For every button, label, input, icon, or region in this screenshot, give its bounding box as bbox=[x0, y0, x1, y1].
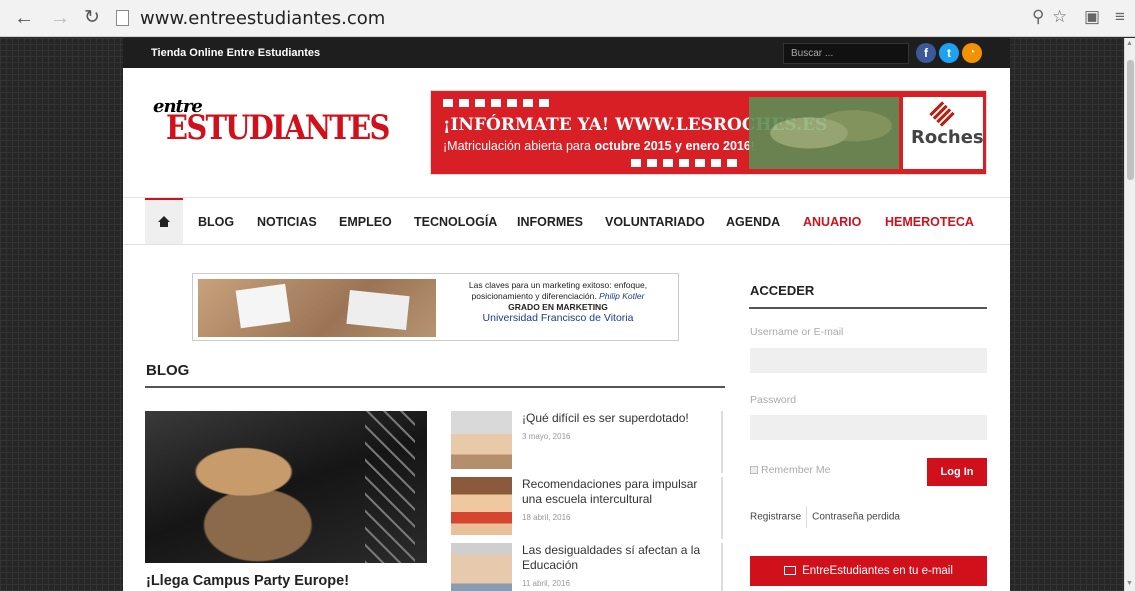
scroll-up-icon[interactable]: ▲ bbox=[1126, 40, 1133, 47]
page-icon bbox=[116, 10, 129, 26]
address-bar[interactable]: www.entreestudiantes.com bbox=[140, 8, 385, 29]
scrollbar[interactable]: ▲ ▼ bbox=[1124, 38, 1135, 591]
ad-line1: Las claves para un marketing exitoso: en… bbox=[468, 280, 648, 290]
lost-password-link[interactable]: Contraseña perdida bbox=[812, 512, 900, 523]
top-bar: Tienda Online Entre Estudiantes Buscar .… bbox=[123, 38, 1010, 68]
nav-item-informes[interactable]: INFORMES bbox=[517, 215, 583, 229]
email-subscribe-label: EntreEstudiantes en tu e-mail bbox=[802, 565, 953, 577]
post-thumbnail bbox=[451, 411, 512, 469]
feature-title[interactable]: ¡Llega Campus Party Europe! bbox=[146, 573, 349, 589]
world-map-image bbox=[749, 97, 899, 169]
search-input[interactable]: Buscar ... bbox=[783, 43, 909, 64]
ad-desk-image bbox=[198, 279, 436, 337]
rss-icon[interactable]: ◔ bbox=[962, 43, 982, 63]
les-roches-banner[interactable]: ¡INFÓRMATE YA! WWW.LESROCHES.ES ¡Matricu… bbox=[430, 90, 987, 175]
nav-item-agenda[interactable]: AGENDA bbox=[726, 215, 780, 229]
ad-university: Universidad Francisco de Vitoria bbox=[482, 312, 634, 324]
register-link[interactable]: Registrarse bbox=[750, 512, 801, 523]
nav-item-blog[interactable]: BLOG bbox=[198, 215, 234, 229]
list-item[interactable]: Recomendaciones para impulsar una escuel… bbox=[451, 477, 723, 539]
banner-stripes bbox=[443, 99, 553, 107]
post-date: 11 abril, 2016 bbox=[522, 579, 570, 588]
marketing-ad[interactable]: Las claves para un marketing exitoso: en… bbox=[192, 273, 679, 341]
list-item[interactable]: Las desigualdades sí afectan a la Educac… bbox=[451, 543, 723, 591]
logo-big-text: ESTUDIANTES bbox=[166, 108, 390, 148]
login-title: ACCEDER bbox=[750, 283, 815, 298]
remember-me[interactable]: Remember Me bbox=[750, 464, 830, 476]
password-label: Password bbox=[750, 394, 797, 406]
roches-brand: Roches bbox=[911, 127, 984, 148]
scroll-down-icon[interactable]: ▼ bbox=[1126, 580, 1133, 587]
post-title[interactable]: ¡Qué difícil es ser superdotado! bbox=[522, 411, 712, 426]
remember-label: Remember Me bbox=[761, 464, 831, 476]
facebook-icon[interactable]: f bbox=[916, 43, 936, 63]
banner-stripes-bottom bbox=[631, 159, 741, 167]
scroll-thumb[interactable] bbox=[1127, 60, 1134, 180]
post-thumbnail bbox=[451, 477, 512, 535]
ad-line2: posicionamiento y diferenciación. bbox=[471, 291, 597, 301]
reload-icon[interactable]: ↻ bbox=[84, 6, 100, 30]
login-divider bbox=[749, 307, 987, 309]
shop-link[interactable]: Tienda Online Entre Estudiantes bbox=[151, 47, 320, 59]
ad-author: Philip Kotler bbox=[599, 291, 645, 301]
twitter-icon[interactable]: t bbox=[939, 43, 959, 63]
blog-divider bbox=[145, 386, 725, 388]
password-field[interactable] bbox=[750, 415, 987, 440]
username-field[interactable] bbox=[750, 348, 987, 373]
post-date: 3 mayo, 2016 bbox=[522, 432, 571, 441]
ad-text: Las claves para un marketing exitoso: en… bbox=[443, 280, 673, 324]
banner-sub-bold: octubre 2015 y enero 2016 bbox=[594, 139, 751, 153]
nav-home[interactable] bbox=[145, 198, 183, 244]
roches-diamond-icon bbox=[929, 101, 955, 127]
email-subscribe-button[interactable]: EntreEstudiantes en tu e-mail bbox=[750, 556, 987, 586]
main-nav: BLOG NOTICIAS EMPLEO TECNOLOGÍA INFORMES… bbox=[123, 197, 1010, 245]
banner-sub-pre: ¡Matriculación abierta para bbox=[443, 139, 595, 153]
zoom-icon[interactable]: ⚲ bbox=[1032, 7, 1044, 27]
extension-icon[interactable]: ▣ bbox=[1084, 7, 1100, 27]
forward-arrow-icon[interactable]: → bbox=[50, 6, 70, 30]
nav-item-tecnologia[interactable]: TECNOLOGÍA bbox=[414, 215, 497, 229]
bookmark-star-icon[interactable]: ☆ bbox=[1052, 7, 1067, 27]
post-title[interactable]: Recomendaciones para impulsar una escuel… bbox=[522, 477, 712, 507]
remember-checkbox[interactable] bbox=[750, 466, 758, 475]
banner-subline: ¡Matriculación abierta para octubre 2015… bbox=[443, 139, 754, 153]
feature-image[interactable] bbox=[145, 411, 427, 563]
nav-item-noticias[interactable]: NOTICIAS bbox=[257, 215, 317, 229]
page-content: entre ESTUDIANTES ¡INFÓRMATE YA! WWW.LES… bbox=[123, 68, 1010, 591]
back-arrow-icon[interactable]: ← bbox=[14, 6, 34, 30]
nav-item-hemeroteca[interactable]: HEMEROTECA bbox=[885, 215, 974, 229]
post-title[interactable]: Las desigualdades sí afectan a la Educac… bbox=[522, 543, 712, 573]
nav-item-anuario[interactable]: ANUARIO bbox=[803, 215, 861, 229]
menu-icon[interactable]: ≡ bbox=[1115, 7, 1125, 27]
username-label: Username or E-mail bbox=[750, 326, 844, 338]
post-thumbnail bbox=[451, 543, 512, 591]
account-links: Registrarse Contraseña perdida bbox=[750, 506, 900, 528]
home-icon bbox=[157, 216, 171, 228]
post-date: 18 abril, 2016 bbox=[522, 513, 571, 522]
envelope-icon bbox=[784, 566, 797, 575]
blog-section-title: BLOG bbox=[146, 362, 190, 379]
browser-toolbar: ← → ↻ www.entreestudiantes.com ⚲ ☆ ▣ ≡ bbox=[0, 0, 1135, 37]
login-button[interactable]: Log In bbox=[927, 458, 987, 486]
list-item[interactable]: ¡Qué difícil es ser superdotado! 3 mayo,… bbox=[451, 411, 723, 473]
nav-item-voluntariado[interactable]: VOLUNTARIADO bbox=[605, 215, 705, 229]
roches-logo: Roches bbox=[903, 97, 984, 169]
nav-item-empleo[interactable]: EMPLEO bbox=[339, 215, 392, 229]
